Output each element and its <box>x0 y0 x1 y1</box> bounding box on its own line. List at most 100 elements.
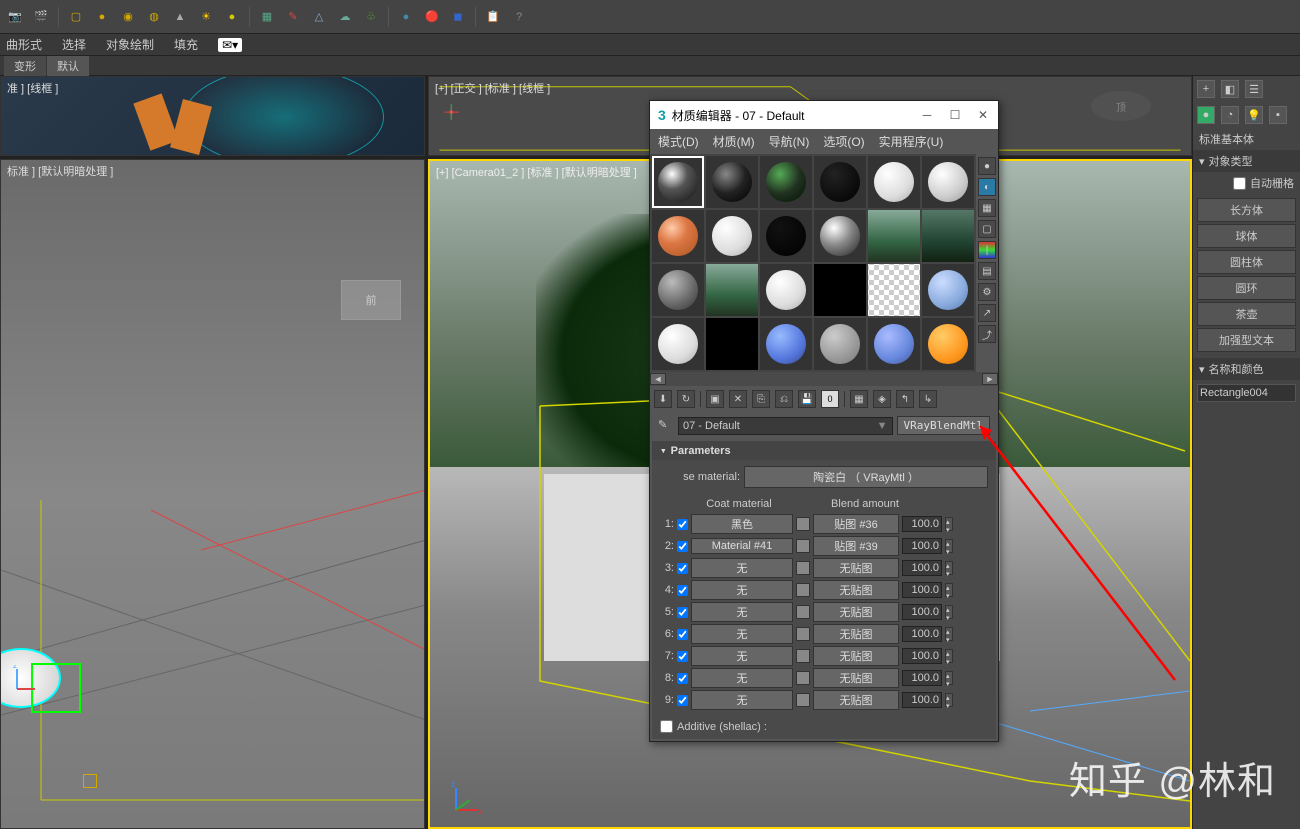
coat-material-button[interactable]: 黑色 <box>691 514 793 534</box>
menu-fill[interactable]: 填充 <box>174 36 198 53</box>
viewport-bottom-left[interactable]: 标准 ] [默认明暗处理 ] 前 z <box>0 159 425 829</box>
coat-color-swatch[interactable] <box>796 627 810 641</box>
coat-material-button[interactable]: 无 <box>691 624 793 644</box>
material-slot-20[interactable] <box>706 318 758 370</box>
material-editor-titlebar[interactable]: 3 材质编辑器 - 07 - Default ─ ☐ ✕ <box>650 101 998 129</box>
backlight-icon[interactable]: ◐ <box>978 178 996 196</box>
menu-mode[interactable]: 模式(D) <box>658 133 699 150</box>
material-slot-11[interactable] <box>868 210 920 262</box>
material-slot-14[interactable] <box>706 264 758 316</box>
coat-enable-checkbox[interactable] <box>677 673 688 684</box>
primitive-torus[interactable]: 圆环 <box>1197 276 1296 300</box>
material-slot-12[interactable] <box>922 210 974 262</box>
coat-color-swatch[interactable] <box>796 583 810 597</box>
coat-enable-checkbox[interactable] <box>677 607 688 618</box>
material-slot-1[interactable] <box>652 156 704 208</box>
make-copy-icon[interactable]: ⎘ <box>752 390 770 408</box>
material-slot-22[interactable] <box>814 318 866 370</box>
coat-amount-input[interactable] <box>902 626 942 642</box>
lights-icon[interactable]: 💡 <box>1245 106 1263 124</box>
viewport-top-left[interactable]: 准 ] [线框 ] <box>0 76 425 156</box>
material-slot-24[interactable] <box>922 318 974 370</box>
coat-map-button[interactable]: 无贴图 <box>813 602 899 622</box>
assign-to-selection-icon[interactable]: ▣ <box>706 390 724 408</box>
eyedropper-icon[interactable]: ✎ <box>658 418 674 434</box>
sample-type-icon[interactable]: ● <box>978 157 996 175</box>
select-by-material-icon[interactable]: ↗ <box>978 304 996 322</box>
particles-icon[interactable]: ▦ <box>256 6 278 28</box>
menu-objdraw[interactable]: 对象绘制 <box>106 36 154 53</box>
minimize-icon[interactable]: ─ <box>920 108 934 122</box>
coat-map-button[interactable]: 贴图 #39 <box>813 536 899 556</box>
coat-amount-spinner[interactable]: ▴▾ <box>945 583 953 597</box>
primitive-text[interactable]: 加强型文本 <box>1197 328 1296 352</box>
material-slot-6[interactable] <box>922 156 974 208</box>
background-icon[interactable]: ▦ <box>978 199 996 217</box>
coat-enable-checkbox[interactable] <box>677 585 688 596</box>
material-slot-3[interactable] <box>760 156 812 208</box>
coat-enable-checkbox[interactable] <box>677 541 688 552</box>
coat-material-button[interactable]: 无 <box>691 646 793 666</box>
shapes-icon[interactable]: ◔ <box>1221 106 1239 124</box>
coat-amount-input[interactable] <box>902 560 942 576</box>
material-map-navigator-icon[interactable]: ⤴ <box>978 325 996 343</box>
box-icon[interactable]: ▢ <box>65 6 87 28</box>
coat-amount-input[interactable] <box>902 538 942 554</box>
cone-icon[interactable]: ▲ <box>169 6 191 28</box>
primitive-box[interactable]: 长方体 <box>1197 198 1296 222</box>
put-to-scene-icon[interactable]: ↻ <box>677 390 695 408</box>
material-slot-2[interactable] <box>706 156 758 208</box>
create-tab-icon[interactable]: + <box>1197 80 1215 98</box>
show-map-icon[interactable]: ▦ <box>850 390 868 408</box>
material-slots-scrollbar[interactable]: ◄ ► <box>650 372 998 386</box>
material-slot-15[interactable] <box>760 264 812 316</box>
parameters-header[interactable]: ▾ Parameters <box>652 441 996 460</box>
coat-enable-checkbox[interactable] <box>677 519 688 530</box>
colors-icon[interactable]: 🔴 <box>421 6 443 28</box>
material-slot-17[interactable] <box>868 264 920 316</box>
coat-map-button[interactable]: 无贴图 <box>813 646 899 666</box>
object-name-input[interactable] <box>1197 384 1296 402</box>
menu-nav[interactable]: 导航(N) <box>769 133 810 150</box>
coat-material-button[interactable]: 无 <box>691 602 793 622</box>
coat-enable-checkbox[interactable] <box>677 563 688 574</box>
cameras-icon[interactable]: ▪ <box>1269 106 1287 124</box>
cloud-icon[interactable]: ☁ <box>334 6 356 28</box>
material-name-dropdown[interactable]: 07 - Default▼ <box>678 417 893 435</box>
coat-amount-spinner[interactable]: ▴▾ <box>945 605 953 619</box>
get-material-icon[interactable]: ⬇ <box>654 390 672 408</box>
geometry-icon[interactable]: ● <box>1197 106 1215 124</box>
envelope-icon[interactable]: ✉▾ <box>218 38 242 52</box>
coat-amount-spinner[interactable]: ▴▾ <box>945 671 953 685</box>
additive-checkbox[interactable] <box>660 720 673 733</box>
coat-amount-spinner[interactable]: ▴▾ <box>945 627 953 641</box>
coat-amount-spinner[interactable]: ▴▾ <box>945 693 953 707</box>
material-slot-7[interactable] <box>652 210 704 262</box>
section-object-type[interactable]: ▾ 对象类型 <box>1193 150 1300 172</box>
clipboard-icon[interactable]: 📋 <box>482 6 504 28</box>
make-unique-icon[interactable]: ⎌ <box>775 390 793 408</box>
help-icon[interactable]: ? <box>508 6 530 28</box>
menu-select[interactable]: 选择 <box>62 36 86 53</box>
vp3-gizmo[interactable] <box>83 774 97 788</box>
material-slot-16[interactable] <box>814 264 866 316</box>
coat-enable-checkbox[interactable] <box>677 629 688 640</box>
scroll-right-icon[interactable]: ► <box>982 373 998 385</box>
coat-amount-spinner[interactable]: ▴▾ <box>945 517 953 531</box>
primitive-teapot[interactable]: 茶壶 <box>1197 302 1296 326</box>
base-material-button[interactable]: 陶瓷白 （ VRayMtl ） <box>744 466 988 488</box>
primitive-sphere[interactable]: 球体 <box>1197 224 1296 248</box>
material-slot-21[interactable] <box>760 318 812 370</box>
put-to-library-icon[interactable]: 💾 <box>798 390 816 408</box>
coat-material-button[interactable]: 无 <box>691 580 793 600</box>
sample-uv-icon[interactable]: ▢ <box>978 220 996 238</box>
coat-amount-input[interactable] <box>902 670 942 686</box>
go-to-parent-icon[interactable]: ↰ <box>896 390 914 408</box>
coat-amount-spinner[interactable]: ▴▾ <box>945 539 953 553</box>
coat-color-swatch[interactable] <box>796 649 810 663</box>
menu-material[interactable]: 材质(M) <box>713 133 755 150</box>
axis-icon[interactable]: △ <box>308 6 330 28</box>
coat-material-button[interactable]: 无 <box>691 690 793 710</box>
coat-amount-input[interactable] <box>902 692 942 708</box>
menu-shape[interactable]: 曲形式 <box>6 36 42 53</box>
